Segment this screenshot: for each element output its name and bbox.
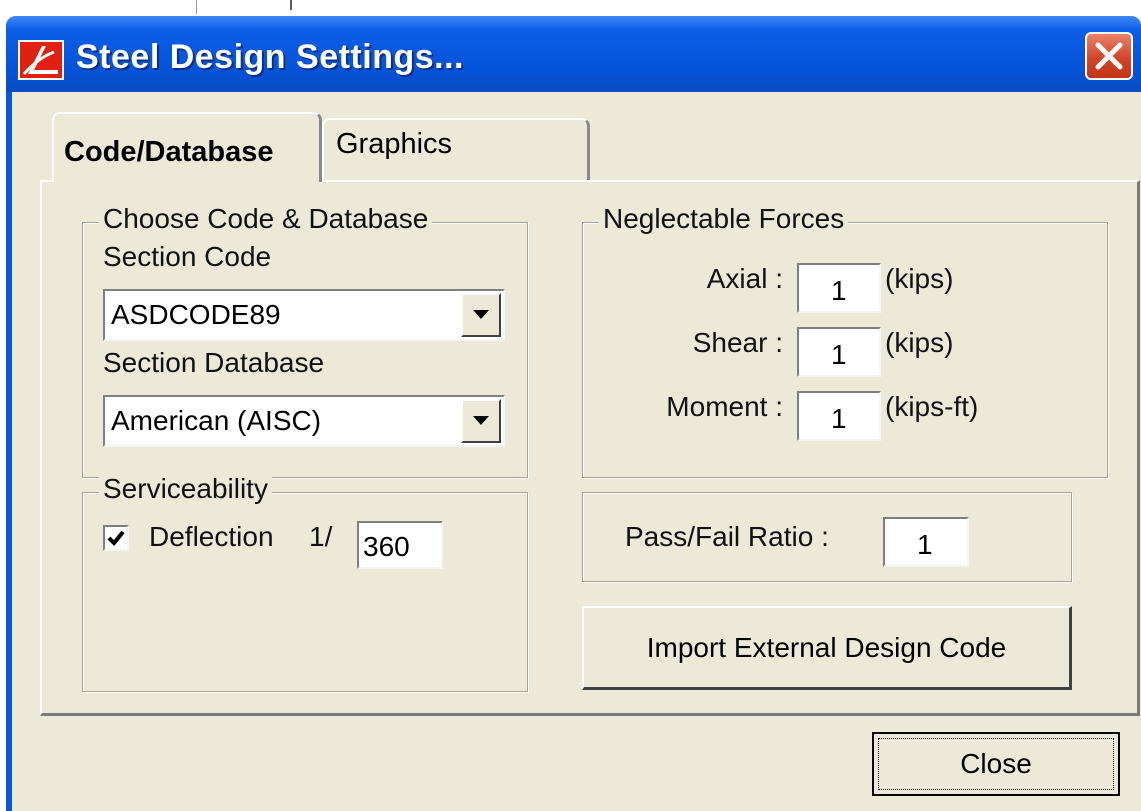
axial-input[interactable]: 1 — [797, 263, 881, 313]
deflection-ratio-input[interactable]: 360 — [357, 521, 443, 569]
tab-code-database[interactable]: Code/Database — [52, 112, 322, 182]
dropdown-button[interactable] — [461, 399, 501, 443]
dialog-window: Steel Design Settings... Code/Database G… — [6, 16, 1141, 811]
close-window-button[interactable] — [1085, 32, 1133, 80]
chevron-down-icon — [473, 310, 489, 319]
section-code-select[interactable]: ASDCODE89 — [103, 289, 505, 341]
close-button[interactable]: Close — [872, 732, 1120, 796]
window-title: Steel Design Settings... — [76, 38, 464, 76]
ratio-prefix: 1/ — [309, 521, 333, 552]
section-database-select[interactable]: American (AISC) — [103, 395, 505, 447]
pass-fail-group: Pass/Fail Ratio : 1 — [582, 492, 1072, 582]
logo-icon — [18, 40, 68, 80]
background-line — [290, 0, 292, 10]
dropdown-button[interactable] — [461, 293, 501, 337]
chevron-down-icon — [473, 416, 489, 425]
section-database-label: Section Database — [103, 347, 325, 378]
tab-label: Code/Database — [64, 136, 274, 168]
moment-input[interactable]: 1 — [797, 391, 881, 441]
title-bar[interactable]: Steel Design Settings... — [6, 16, 1141, 92]
shear-unit: (kips) — [885, 327, 954, 358]
deflection-checkbox[interactable] — [103, 525, 129, 551]
group-legend: Serviceability — [99, 473, 272, 505]
tab-graphics[interactable]: Graphics — [322, 118, 590, 180]
checkmark-icon — [107, 530, 125, 546]
code-database-group: Choose Code & Database Section Code ASDC… — [82, 203, 528, 478]
section-code-value: ASDCODE89 — [111, 299, 281, 330]
deflection-ratio-value: 360 — [363, 531, 410, 562]
close-button-label: Close — [960, 748, 1032, 779]
axial-value: 1 — [831, 275, 847, 306]
tab-label: Graphics — [336, 128, 453, 160]
section-database-value: American (AISC) — [111, 405, 322, 436]
section-code-label: Section Code — [103, 241, 272, 272]
pass-fail-label: Pass/Fail Ratio : — [625, 521, 829, 552]
moment-unit: (kips-ft) — [885, 391, 979, 422]
axial-unit: (kips) — [885, 263, 954, 294]
dialog-body: Code/Database Graphics Choose Code & Dat… — [12, 92, 1141, 811]
shear-input[interactable]: 1 — [797, 327, 881, 377]
pass-fail-input[interactable]: 1 — [883, 517, 969, 567]
deflection-label: Deflection — [149, 521, 274, 552]
tab-panel: Choose Code & Database Section Code ASDC… — [40, 180, 1140, 716]
serviceability-group: Serviceability Deflection 1/ 360 — [82, 473, 528, 692]
axial-label: Axial : — [706, 263, 783, 294]
moment-label: Moment : — [666, 391, 783, 422]
shear-value: 1 — [831, 339, 847, 370]
neglectable-forces-group: Neglectable Forces Axial : 1 (kips) Shea… — [582, 203, 1108, 478]
import-external-design-code-button[interactable]: Import External Design Code — [582, 606, 1072, 690]
group-legend: Neglectable Forces — [599, 203, 849, 235]
import-button-label: Import External Design Code — [646, 632, 1007, 663]
group-legend: Choose Code & Database — [99, 203, 433, 235]
background-line — [196, 0, 197, 14]
moment-value: 1 — [831, 403, 847, 434]
pass-fail-value: 1 — [917, 529, 933, 560]
close-icon — [1095, 42, 1123, 70]
shear-label: Shear : — [692, 327, 783, 358]
